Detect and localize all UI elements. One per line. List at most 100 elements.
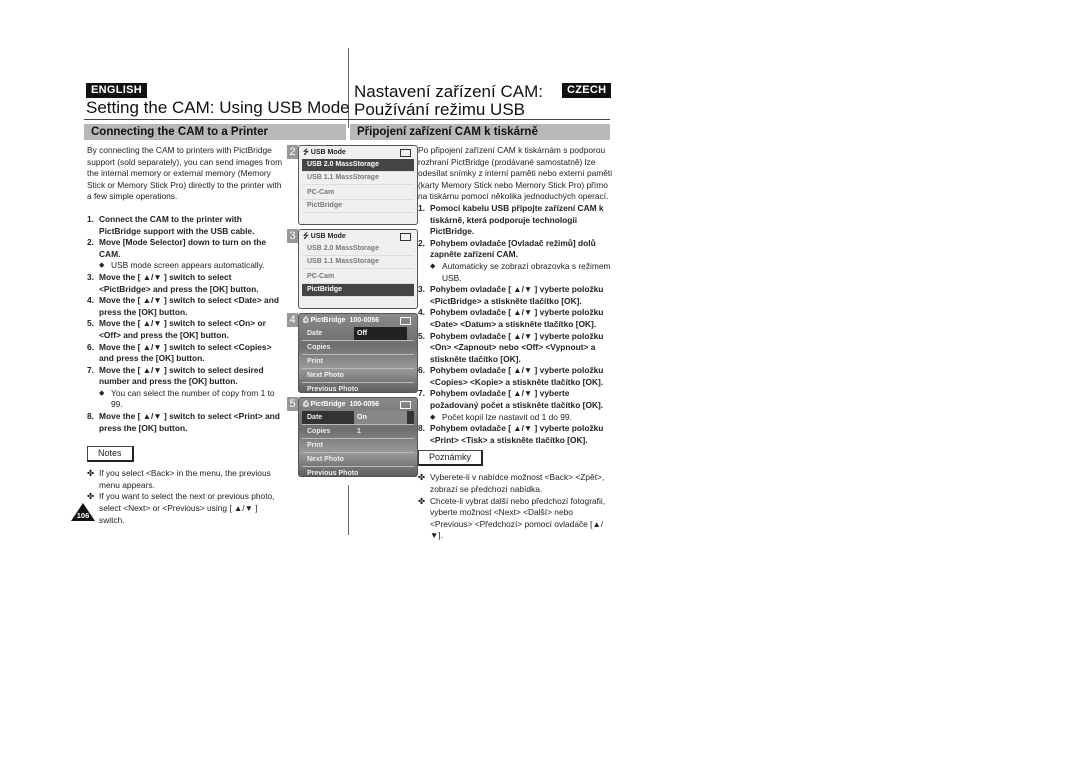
- step-item: 4. Move the [ ▲/▼ ] switch to select <Dat…: [87, 295, 283, 318]
- screen-number: 2: [287, 145, 298, 159]
- bullet-text: Automaticky se zobrazí obrazovka s režim…: [442, 260, 611, 283]
- note-item: ✤ Vyberete-li v nabídce možnost <Back> <Z…: [418, 472, 613, 495]
- step-number: 2.: [87, 237, 94, 248]
- step-text: Pohybem ovladače [ ▲/▼ ] vyberte položku…: [430, 365, 604, 387]
- battery-icon: [400, 317, 411, 325]
- step-text: Pohybem ovladače [ ▲/▼ ] vyberte položku…: [430, 423, 604, 445]
- note-item: ✤ If you select <Back> in the menu, the p…: [87, 468, 283, 491]
- menu-item: USB 2.0 MassStorage: [302, 159, 414, 172]
- option-label: Copies: [307, 344, 331, 351]
- step-number: 4.: [418, 307, 425, 318]
- note-item: ✤ If you want to select the next or previ…: [87, 491, 283, 526]
- header-rule: [84, 119, 610, 120]
- file-number: 100-0056: [349, 401, 380, 408]
- step-number: 4.: [87, 295, 94, 306]
- option-row: Date On: [302, 411, 414, 425]
- option-row: Previous Photo: [302, 467, 414, 477]
- english-intro: By connecting the CAM to printers with P…: [87, 145, 283, 202]
- screen-number: 4: [287, 313, 298, 327]
- option-row: Copies: [302, 341, 414, 355]
- step-number: 8.: [418, 423, 425, 434]
- czech-column: Po připojení zařízení CAM k tiskárnám s …: [418, 145, 613, 542]
- english-column: By connecting the CAM to printers with P…: [87, 145, 283, 526]
- battery-icon: [400, 233, 411, 241]
- battery-icon: [400, 401, 411, 409]
- usb-icon: ⭍: [303, 149, 309, 156]
- menu-item: PictBridge: [302, 200, 414, 213]
- menu-item: PictBridge: [302, 284, 414, 297]
- english-language-badge: ENGLISH: [86, 83, 147, 98]
- printer-icon: ⎙: [303, 401, 309, 408]
- screen-header: USB Mode: [310, 149, 346, 156]
- english-page-title: Setting the CAM: Using USB Mode: [86, 98, 350, 117]
- step-item: 5. Move the [ ▲/▼ ] switch to select <On>…: [87, 318, 283, 341]
- screen-header: PictBridge: [310, 317, 346, 324]
- option-row: Print: [302, 439, 414, 453]
- step-item: 1. Connect the CAM to the printer with Pi…: [87, 214, 283, 237]
- option-label: Next Photo: [307, 456, 344, 463]
- page-number: 106: [76, 511, 90, 520]
- czech-language-badge: CZECH: [562, 83, 612, 98]
- center-divider-bottom: [348, 485, 349, 535]
- option-label: Print: [307, 442, 323, 449]
- step-number: 6.: [87, 341, 94, 352]
- option-label: Next Photo: [307, 372, 344, 379]
- menu-item: PC-Cam: [302, 187, 414, 200]
- step-item: 6. Pohybem ovladače [ ▲/▼ ] vyberte polož…: [418, 365, 613, 388]
- czech-steps: 1. Pomocí kabelu USB připojte zařízení CA…: [418, 203, 613, 446]
- english-notes-label: Notes: [87, 446, 134, 463]
- step-item: 1. Pomocí kabelu USB připojte zařízení CA…: [418, 203, 613, 238]
- diamond-icon: ◆: [430, 413, 436, 421]
- option-row: Date Off: [302, 327, 414, 341]
- step-bullet: ◆ You can select the number of copy from …: [87, 388, 283, 411]
- option-row: Print: [302, 355, 414, 369]
- step-item: 8. Pohybem ovladače [ ▲/▼ ] vyberte polož…: [418, 423, 613, 446]
- czech-page-title-line2: Používání režimu USB: [354, 100, 526, 119]
- step-number: 8.: [87, 411, 94, 422]
- step-text: Move the [ ▲/▼ ] switch to select <PictB…: [99, 271, 259, 294]
- czech-page-title-line1: Nastavení zařízení CAM:: [354, 82, 543, 101]
- option-row: Previous Photo: [302, 383, 414, 393]
- step-text: Pohybem ovladače [ ▲/▼ ] vyberte požadov…: [430, 388, 604, 411]
- step-number: 7.: [87, 364, 94, 375]
- screen-number: 5: [287, 397, 298, 411]
- screen-header: PictBridge: [310, 401, 346, 408]
- czech-intro: Po připojení zařízení CAM k tiskárnám s …: [418, 145, 613, 202]
- step-bullet: ◆ USB mode screen appears automatically.: [87, 260, 283, 272]
- step-number: 6.: [418, 365, 425, 376]
- step-item: 6. Move the [ ▲/▼ ] switch to select <Cop…: [87, 342, 283, 365]
- option-label: Previous Photo: [307, 386, 359, 393]
- step-item: 3. Move the [ ▲/▼ ] switch to select <Pic…: [87, 272, 283, 295]
- step-item: 7. Pohybem ovladače [ ▲/▼ ] vyberte požad…: [418, 388, 613, 411]
- battery-icon: [400, 149, 411, 157]
- option-value: On: [354, 411, 407, 424]
- czech-notes: ✤ Vyberete-li v nabídce možnost <Back> <Z…: [418, 472, 613, 542]
- screen-header: USB Mode: [310, 233, 346, 240]
- step-item: 4. Pohybem ovladače [ ▲/▼ ] vyberte polož…: [418, 307, 613, 330]
- screen-step-5: 5 ⎙ PictBridge 100-0056 Date On Copies 1 Pri…: [287, 397, 418, 477]
- option-label: Date: [307, 414, 323, 421]
- step-text: Pohybem ovladače [ ▲/▼ ] vyberte položku…: [430, 307, 604, 329]
- screen-step-3: 3 ⭍ USB Mode USB 2.0 MassStorage USB 1.1 …: [287, 229, 418, 309]
- step-text: Pohybem ovladače [ ▲/▼ ] vyberte položku…: [430, 330, 604, 364]
- step-item: 8. Move the [ ▲/▼ ] switch to select <Pri…: [87, 411, 283, 434]
- step-text: Move the [ ▲/▼ ] switch to select <Date>…: [99, 295, 279, 317]
- step-number: 2.: [418, 237, 425, 248]
- english-notes: ✤ If you select <Back> in the menu, the p…: [87, 468, 283, 526]
- option-label: Date: [307, 330, 323, 337]
- menu-item: PC-Cam: [302, 271, 414, 284]
- usb-icon: ⭍: [303, 233, 309, 240]
- step-number: 3.: [418, 284, 425, 295]
- option-row: Next Photo: [302, 453, 414, 467]
- bullet-text: You can select the number of copy from 1…: [111, 387, 275, 410]
- step-item: 5. Pohybem ovladače [ ▲/▼ ] vyberte polož…: [418, 331, 613, 366]
- step-text: Move the [ ▲/▼ ] switch to select <Print…: [99, 411, 280, 433]
- czech-section-heading: Připojení zařízení CAM k tiskárně: [350, 124, 610, 140]
- printer-icon: ⎙: [303, 317, 309, 324]
- step-number: 7.: [418, 388, 425, 399]
- note-text: If you select <Back> in the menu, the pr…: [99, 468, 271, 490]
- step-text: Move the [ ▲/▼ ] switch to select <On> o…: [99, 318, 266, 340]
- bullet-text: Počet kopií lze nastavit od 1 do 99.: [442, 411, 572, 422]
- bullet-text: USB mode screen appears automatically.: [111, 260, 265, 271]
- option-label: Previous Photo: [307, 470, 359, 477]
